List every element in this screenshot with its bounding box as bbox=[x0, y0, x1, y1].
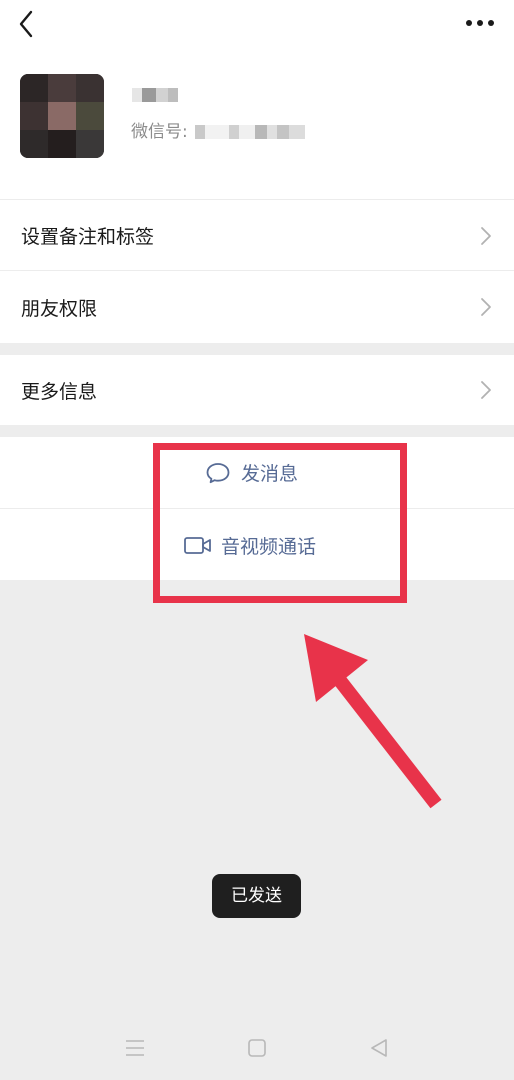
nav-back-button[interactable] bbox=[364, 1036, 394, 1060]
video-camera-icon bbox=[184, 536, 211, 554]
chevron-right-icon bbox=[481, 381, 491, 399]
wechat-id-blurred bbox=[193, 122, 306, 142]
more-info-row[interactable]: 更多信息 bbox=[0, 355, 514, 425]
video-call-button[interactable]: 音视频通话 bbox=[0, 509, 514, 580]
triangle-back-icon bbox=[371, 1039, 387, 1057]
chevron-right-icon bbox=[481, 298, 491, 316]
sent-toast: 已发送 bbox=[212, 874, 301, 918]
arrow-annotation-icon bbox=[304, 634, 442, 809]
set-remark-and-tags-row[interactable]: 设置备注和标签 bbox=[0, 200, 514, 270]
back-chevron-icon bbox=[19, 10, 33, 38]
back-button[interactable] bbox=[14, 8, 42, 40]
more-info-label: 更多信息 bbox=[21, 381, 98, 403]
nav-home-button[interactable] bbox=[242, 1036, 272, 1060]
square-home-icon bbox=[248, 1039, 266, 1057]
chevron-right-icon bbox=[481, 227, 491, 245]
more-dots-icon bbox=[466, 20, 494, 26]
profile-header: 微信号: bbox=[0, 0, 514, 200]
send-message-label: 发消息 bbox=[241, 463, 299, 485]
wechat-id-label: 微信号: bbox=[131, 122, 188, 142]
chat-bubble-icon bbox=[206, 462, 230, 483]
section-gap bbox=[0, 425, 514, 437]
nickname-blurred bbox=[132, 84, 182, 104]
menu-lines-icon bbox=[126, 1040, 144, 1056]
nav-menu-button[interactable] bbox=[120, 1036, 150, 1060]
friend-permissions-label: 朋友权限 bbox=[21, 298, 98, 320]
more-options-button[interactable] bbox=[462, 10, 498, 36]
avatar[interactable] bbox=[20, 74, 104, 158]
set-remark-label: 设置备注和标签 bbox=[21, 226, 155, 248]
wechat-id-row: 微信号: bbox=[131, 120, 306, 144]
section-gap bbox=[0, 343, 514, 355]
video-call-label: 音视频通话 bbox=[221, 536, 317, 558]
send-message-button[interactable]: 发消息 bbox=[0, 437, 514, 508]
friend-permissions-row[interactable]: 朋友权限 bbox=[0, 271, 514, 343]
